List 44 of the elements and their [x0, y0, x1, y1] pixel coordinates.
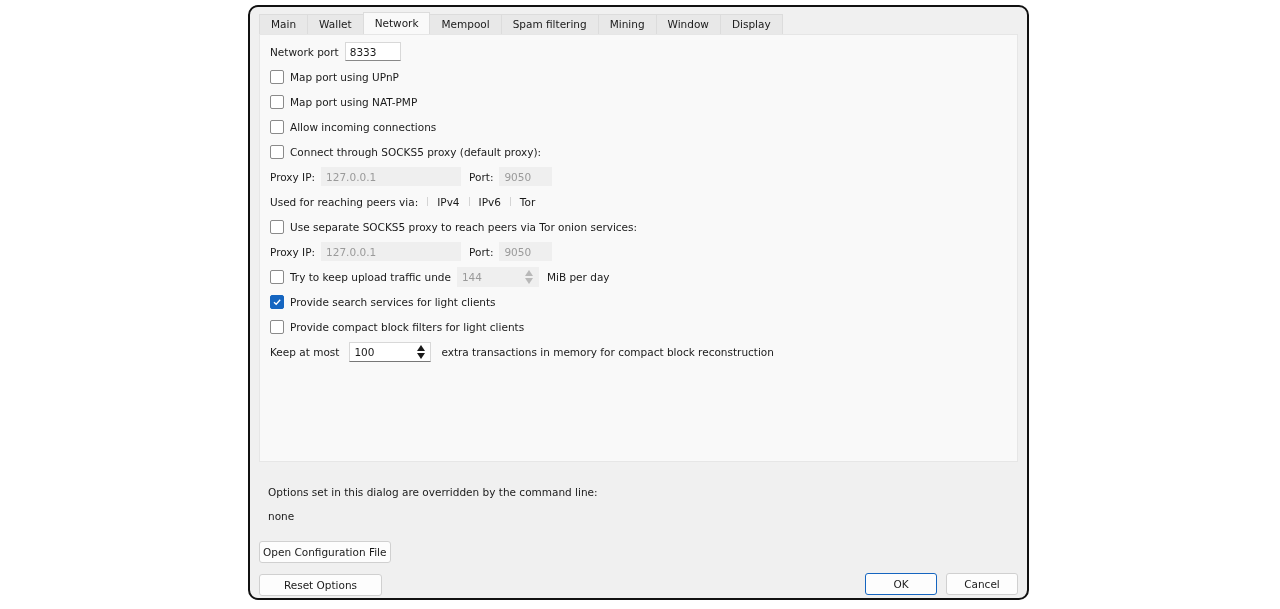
- field-label: Keep at most: [270, 345, 340, 358]
- checkbox[interactable]: [270, 94, 284, 109]
- checkbox-label: Map port using NAT-PMP: [290, 95, 418, 108]
- field-label: extra transactions in memory for compact block reconstruction: [441, 345, 774, 358]
- tab[interactable]: Mempool: [429, 14, 502, 34]
- checkbox-label: Use separate SOCKS5 proxy to reach peers via Tor onion services:: [290, 220, 638, 233]
- checkbox[interactable]: [270, 319, 284, 334]
- field-label: Port:: [469, 245, 494, 258]
- checkbox[interactable]: [270, 69, 284, 84]
- dialog-button[interactable]: Cancel: [946, 573, 1018, 595]
- override-note: Options set in this dialog are overridden by the command line:: [268, 485, 598, 500]
- tab[interactable]: Spam filtering: [500, 14, 599, 34]
- input-field[interactable]: 8333: [344, 42, 401, 61]
- tab[interactable]: Main: [259, 14, 309, 34]
- field-label: Proxy IP:: [270, 170, 316, 183]
- checkbox-label: Provide compact block filters for light clients: [290, 320, 525, 333]
- checkbox[interactable]: [270, 119, 284, 134]
- spin-arrows-icon[interactable]: [416, 343, 427, 360]
- checkbox-label: Tor: [519, 195, 536, 208]
- checkbox[interactable]: [270, 144, 284, 159]
- checkbox[interactable]: [270, 294, 284, 309]
- tab[interactable]: Wallet: [307, 14, 364, 34]
- checkbox-label: Allow incoming connections: [290, 120, 437, 133]
- dialog-button[interactable]: Open Configuration File: [259, 541, 391, 563]
- unit-label: MiB per day: [546, 270, 610, 283]
- checkbox-label: Map port using UPnP: [290, 70, 399, 83]
- tab[interactable]: Display: [719, 14, 783, 34]
- checkbox-label: Connect through SOCKS5 proxy (default proxy):: [290, 145, 542, 158]
- dialog-button[interactable]: OK: [865, 573, 937, 595]
- field-label: Proxy IP:: [270, 245, 316, 258]
- tab[interactable]: Window: [655, 14, 721, 34]
- dialog-button[interactable]: Reset Options: [259, 574, 382, 596]
- spin-box[interactable]: 100: [349, 341, 432, 362]
- field-label: Used for reaching peers via:: [270, 195, 419, 208]
- tab[interactable]: Mining: [597, 14, 657, 34]
- override-value: none: [268, 509, 295, 524]
- checkbox-label: IPv6: [478, 195, 501, 208]
- checkbox[interactable]: [270, 219, 284, 234]
- field-label: Port:: [469, 170, 494, 183]
- field-label: Network port: [270, 45, 339, 58]
- tab[interactable]: Network: [362, 12, 431, 34]
- checkbox-label: Try to keep upload traffic unde: [290, 270, 451, 283]
- checkbox-label: IPv4: [437, 195, 460, 208]
- checkbox-label: Provide search services for light clients: [290, 295, 496, 308]
